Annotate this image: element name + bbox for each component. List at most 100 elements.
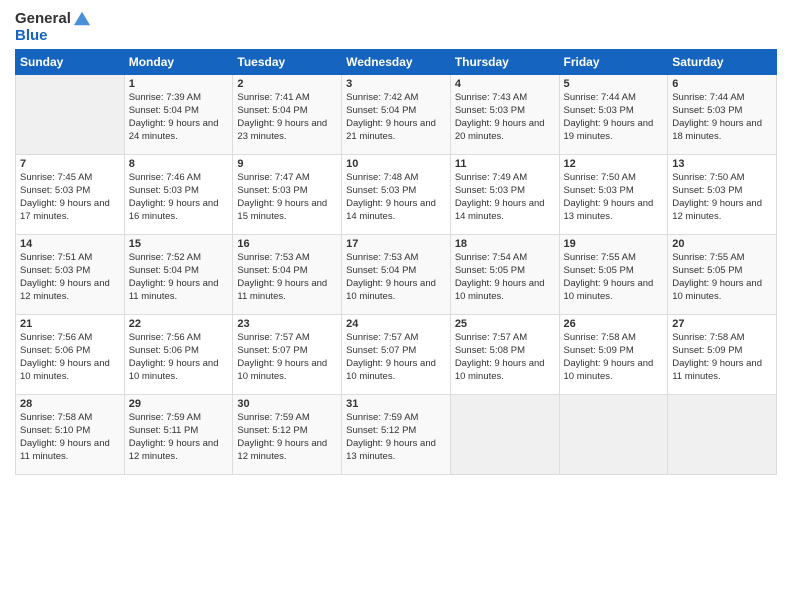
calendar-cell: 1 Sunrise: 7:39 AM Sunset: 5:04 PM Dayli… bbox=[124, 74, 233, 154]
day-info: Sunrise: 7:55 AM Sunset: 5:05 PM Dayligh… bbox=[564, 251, 664, 304]
day-number: 10 bbox=[346, 158, 446, 170]
calendar-cell: 25 Sunrise: 7:57 AM Sunset: 5:08 PM Dayl… bbox=[450, 314, 559, 394]
day-info: Sunrise: 7:46 AM Sunset: 5:03 PM Dayligh… bbox=[129, 171, 229, 224]
sunset: Sunset: 5:07 PM bbox=[237, 345, 307, 356]
calendar-cell: 30 Sunrise: 7:59 AM Sunset: 5:12 PM Dayl… bbox=[233, 394, 342, 474]
sunset: Sunset: 5:11 PM bbox=[129, 425, 199, 436]
calendar-cell: 20 Sunrise: 7:55 AM Sunset: 5:05 PM Dayl… bbox=[668, 234, 777, 314]
day-header-friday: Friday bbox=[559, 49, 668, 74]
sunset: Sunset: 5:03 PM bbox=[455, 185, 525, 196]
sunset: Sunset: 5:03 PM bbox=[346, 185, 416, 196]
day-number: 21 bbox=[20, 318, 120, 330]
sunrise: Sunrise: 7:53 AM bbox=[346, 252, 418, 263]
calendar-cell: 18 Sunrise: 7:54 AM Sunset: 5:05 PM Dayl… bbox=[450, 234, 559, 314]
sunrise: Sunrise: 7:51 AM bbox=[20, 252, 92, 263]
sunset: Sunset: 5:04 PM bbox=[346, 105, 416, 116]
day-number: 22 bbox=[129, 318, 229, 330]
sunrise: Sunrise: 7:43 AM bbox=[455, 92, 527, 103]
day-number: 28 bbox=[20, 398, 120, 410]
sunset: Sunset: 5:03 PM bbox=[672, 185, 742, 196]
sunset: Sunset: 5:03 PM bbox=[672, 105, 742, 116]
main-container: General Blue SundayMondayTuesdayWednesda… bbox=[0, 0, 792, 612]
daylight: Daylight: 9 hours and 14 minutes. bbox=[346, 198, 436, 222]
day-info: Sunrise: 7:50 AM Sunset: 5:03 PM Dayligh… bbox=[672, 171, 772, 224]
day-number: 25 bbox=[455, 318, 555, 330]
sunrise: Sunrise: 7:45 AM bbox=[20, 172, 92, 183]
day-header-tuesday: Tuesday bbox=[233, 49, 342, 74]
calendar-cell: 13 Sunrise: 7:50 AM Sunset: 5:03 PM Dayl… bbox=[668, 154, 777, 234]
day-number: 6 bbox=[672, 78, 772, 90]
day-number: 13 bbox=[672, 158, 772, 170]
header: General Blue bbox=[15, 10, 777, 47]
day-number: 20 bbox=[672, 238, 772, 250]
calendar-table: SundayMondayTuesdayWednesdayThursdayFrid… bbox=[15, 49, 777, 475]
sunrise: Sunrise: 7:42 AM bbox=[346, 92, 418, 103]
daylight: Daylight: 9 hours and 12 minutes. bbox=[672, 198, 762, 222]
calendar-cell: 10 Sunrise: 7:48 AM Sunset: 5:03 PM Dayl… bbox=[342, 154, 451, 234]
sunset: Sunset: 5:06 PM bbox=[20, 345, 90, 356]
day-info: Sunrise: 7:57 AM Sunset: 5:07 PM Dayligh… bbox=[346, 331, 446, 384]
day-info: Sunrise: 7:59 AM Sunset: 5:12 PM Dayligh… bbox=[346, 411, 446, 464]
daylight: Daylight: 9 hours and 10 minutes. bbox=[455, 278, 545, 302]
day-number: 2 bbox=[237, 78, 337, 90]
day-number: 30 bbox=[237, 398, 337, 410]
sunset: Sunset: 5:03 PM bbox=[20, 265, 90, 276]
day-number: 12 bbox=[564, 158, 664, 170]
sunrise: Sunrise: 7:59 AM bbox=[129, 412, 201, 423]
day-info: Sunrise: 7:57 AM Sunset: 5:07 PM Dayligh… bbox=[237, 331, 337, 384]
calendar-cell: 8 Sunrise: 7:46 AM Sunset: 5:03 PM Dayli… bbox=[124, 154, 233, 234]
day-header-monday: Monday bbox=[124, 49, 233, 74]
daylight: Daylight: 9 hours and 10 minutes. bbox=[564, 278, 654, 302]
calendar-cell: 24 Sunrise: 7:57 AM Sunset: 5:07 PM Dayl… bbox=[342, 314, 451, 394]
sunrise: Sunrise: 7:44 AM bbox=[672, 92, 744, 103]
sunrise: Sunrise: 7:57 AM bbox=[237, 332, 309, 343]
sunset: Sunset: 5:07 PM bbox=[346, 345, 416, 356]
sunset: Sunset: 5:08 PM bbox=[455, 345, 525, 356]
sunrise: Sunrise: 7:48 AM bbox=[346, 172, 418, 183]
day-number: 5 bbox=[564, 78, 664, 90]
daylight: Daylight: 9 hours and 12 minutes. bbox=[237, 438, 327, 462]
daylight: Daylight: 9 hours and 10 minutes. bbox=[237, 358, 327, 382]
day-number: 1 bbox=[129, 78, 229, 90]
daylight: Daylight: 9 hours and 11 minutes. bbox=[129, 278, 219, 302]
day-number: 9 bbox=[237, 158, 337, 170]
daylight: Daylight: 9 hours and 10 minutes. bbox=[129, 358, 219, 382]
calendar-cell: 15 Sunrise: 7:52 AM Sunset: 5:04 PM Dayl… bbox=[124, 234, 233, 314]
day-info: Sunrise: 7:56 AM Sunset: 5:06 PM Dayligh… bbox=[20, 331, 120, 384]
sunset: Sunset: 5:09 PM bbox=[672, 345, 742, 356]
day-number: 19 bbox=[564, 238, 664, 250]
sunset: Sunset: 5:04 PM bbox=[237, 105, 307, 116]
sunrise: Sunrise: 7:57 AM bbox=[455, 332, 527, 343]
day-number: 27 bbox=[672, 318, 772, 330]
sunset: Sunset: 5:12 PM bbox=[237, 425, 307, 436]
sunset: Sunset: 5:04 PM bbox=[129, 265, 199, 276]
daylight: Daylight: 9 hours and 10 minutes. bbox=[455, 358, 545, 382]
day-number: 23 bbox=[237, 318, 337, 330]
sunrise: Sunrise: 7:50 AM bbox=[672, 172, 744, 183]
day-info: Sunrise: 7:58 AM Sunset: 5:09 PM Dayligh… bbox=[564, 331, 664, 384]
calendar-cell: 5 Sunrise: 7:44 AM Sunset: 5:03 PM Dayli… bbox=[559, 74, 668, 154]
calendar-cell: 6 Sunrise: 7:44 AM Sunset: 5:03 PM Dayli… bbox=[668, 74, 777, 154]
sunrise: Sunrise: 7:58 AM bbox=[672, 332, 744, 343]
day-header-thursday: Thursday bbox=[450, 49, 559, 74]
daylight: Daylight: 9 hours and 12 minutes. bbox=[20, 278, 110, 302]
daylight: Daylight: 9 hours and 18 minutes. bbox=[672, 118, 762, 142]
day-info: Sunrise: 7:48 AM Sunset: 5:03 PM Dayligh… bbox=[346, 171, 446, 224]
calendar-cell: 7 Sunrise: 7:45 AM Sunset: 5:03 PM Dayli… bbox=[16, 154, 125, 234]
sunrise: Sunrise: 7:46 AM bbox=[129, 172, 201, 183]
calendar-cell: 26 Sunrise: 7:58 AM Sunset: 5:09 PM Dayl… bbox=[559, 314, 668, 394]
day-info: Sunrise: 7:53 AM Sunset: 5:04 PM Dayligh… bbox=[237, 251, 337, 304]
sunset: Sunset: 5:05 PM bbox=[672, 265, 742, 276]
calendar-cell: 27 Sunrise: 7:58 AM Sunset: 5:09 PM Dayl… bbox=[668, 314, 777, 394]
sunset: Sunset: 5:05 PM bbox=[564, 265, 634, 276]
calendar-cell bbox=[559, 394, 668, 474]
daylight: Daylight: 9 hours and 10 minutes. bbox=[564, 358, 654, 382]
sunrise: Sunrise: 7:50 AM bbox=[564, 172, 636, 183]
day-info: Sunrise: 7:43 AM Sunset: 5:03 PM Dayligh… bbox=[455, 91, 555, 144]
sunrise: Sunrise: 7:54 AM bbox=[455, 252, 527, 263]
daylight: Daylight: 9 hours and 14 minutes. bbox=[455, 198, 545, 222]
sunset: Sunset: 5:12 PM bbox=[346, 425, 416, 436]
day-number: 29 bbox=[129, 398, 229, 410]
calendar-cell bbox=[16, 74, 125, 154]
daylight: Daylight: 9 hours and 24 minutes. bbox=[129, 118, 219, 142]
